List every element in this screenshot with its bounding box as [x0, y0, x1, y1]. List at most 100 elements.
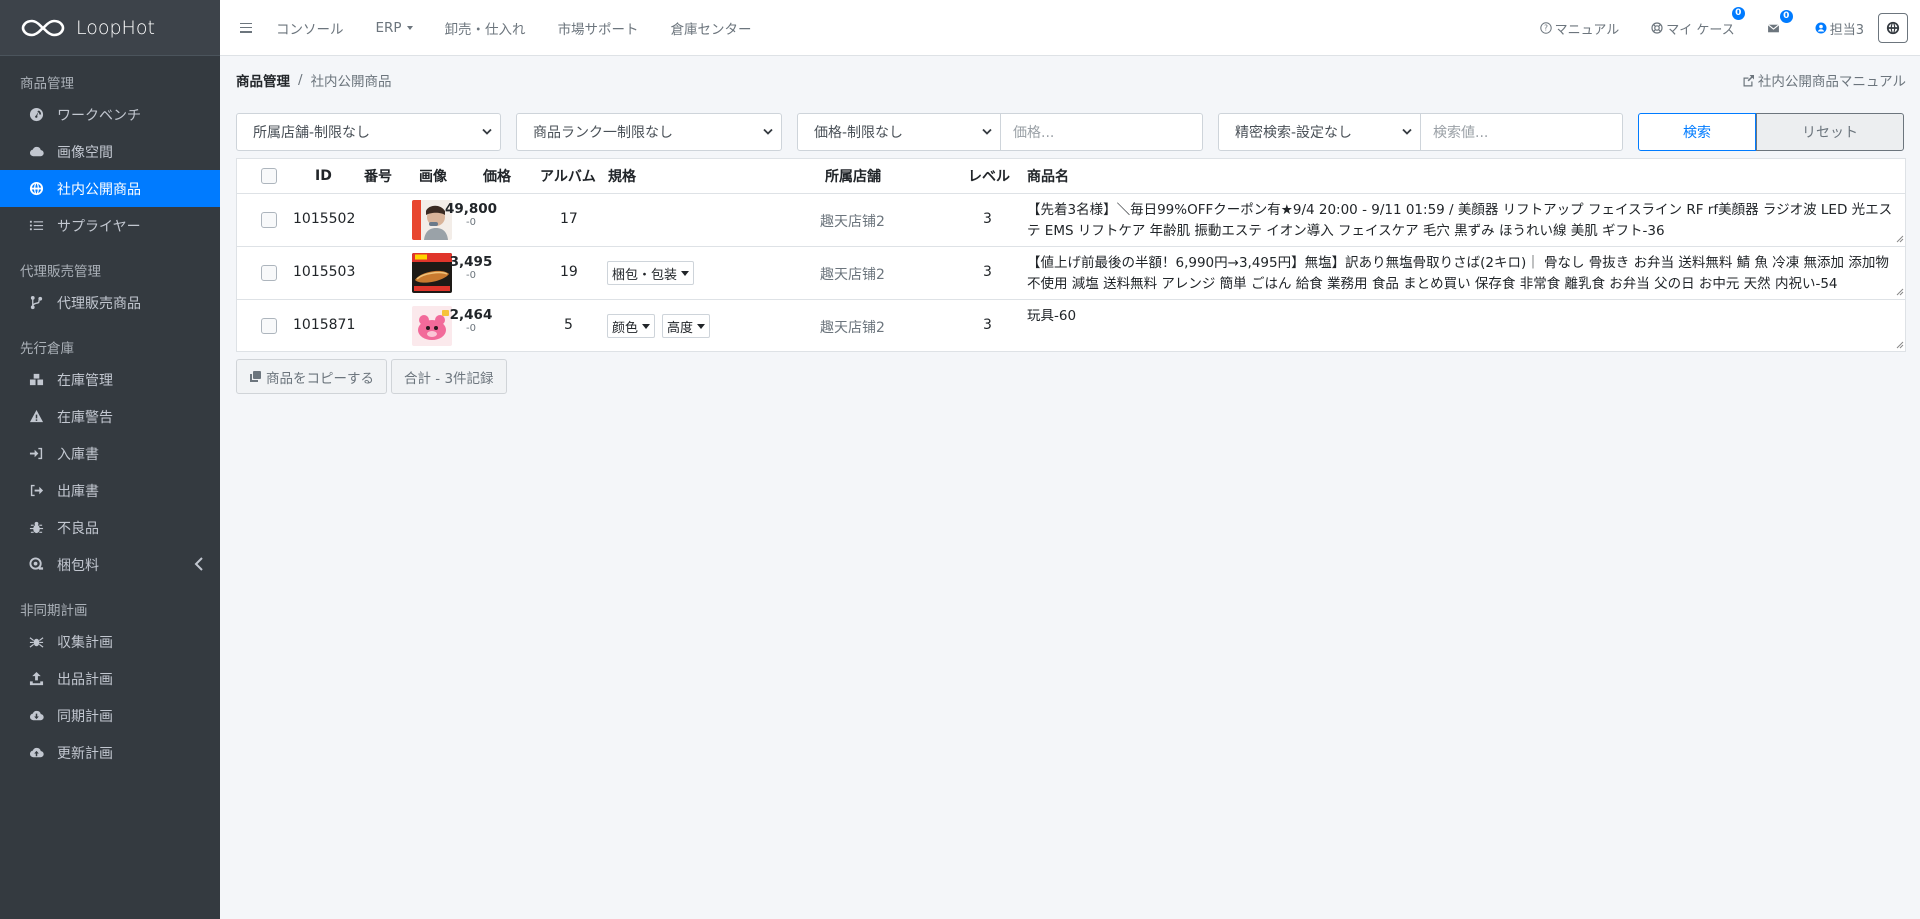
- mail-button[interactable]: 0: [1767, 9, 1793, 35]
- sidebar-item-label: 出品計画: [57, 671, 113, 688]
- resize-handle-icon[interactable]: [1896, 235, 1904, 243]
- col-number[interactable]: 番号: [364, 159, 392, 193]
- sidebar-item-inventory-warning[interactable]: 在庫警告: [0, 398, 220, 435]
- spec-select-color[interactable]: 颜色: [607, 314, 656, 338]
- infinity-logo-icon: [21, 19, 65, 36]
- sidebar-item-collect-plan[interactable]: 収集計画: [0, 623, 220, 660]
- sidebar-item-label: 出庫書: [57, 483, 99, 500]
- hamburger-menu-icon[interactable]: [240, 22, 252, 33]
- spec-select-label: 高度: [667, 320, 694, 336]
- sidebar-item-inventory[interactable]: 在庫管理: [0, 361, 220, 398]
- sidebar-item-defective[interactable]: 不良品: [0, 509, 220, 546]
- nav-header-product: 商品管理: [20, 76, 74, 92]
- col-shop[interactable]: 所属店舗: [825, 159, 881, 193]
- price-value: 49,800: [444, 201, 498, 217]
- store-select-value: 所属店舗-制限なし: [253, 125, 371, 141]
- spec-select-height[interactable]: 高度: [662, 314, 711, 338]
- col-name[interactable]: 商品名: [1027, 159, 1069, 193]
- price-cell: 3,495 -0: [431, 254, 511, 281]
- sidebar-item-sync-plan[interactable]: 同期計画: [0, 697, 220, 734]
- row-id: 1015502: [293, 211, 356, 227]
- select-all-checkbox[interactable]: [261, 168, 277, 184]
- resize-handle-icon[interactable]: [1896, 341, 1904, 349]
- search-input[interactable]: 検索値...: [1420, 113, 1623, 151]
- globe-icon: [28, 181, 44, 197]
- topnav-console[interactable]: コンソール: [276, 18, 344, 38]
- sidebar-item-agency-products[interactable]: 代理販売商品: [0, 284, 220, 321]
- shop-name: 趣天店铺2: [820, 320, 885, 336]
- store-select[interactable]: 所属店舗-制限なし: [236, 113, 501, 151]
- topnav-warehouse-center[interactable]: 倉庫センター: [671, 18, 752, 38]
- price-select[interactable]: 価格-制限なし: [797, 113, 1001, 151]
- col-id[interactable]: ID: [315, 159, 332, 193]
- row-checkbox[interactable]: [261, 212, 277, 228]
- filter-bar: 所属店舗-制限なし 商品ランク一制限なし 価格-制限なし 価格... 精密検索-…: [236, 113, 1906, 151]
- sidebar-item-internal-products[interactable]: 社内公開商品: [0, 170, 220, 207]
- sidebar-item-label: サプライヤー: [57, 218, 141, 235]
- row-checkbox[interactable]: [261, 318, 277, 334]
- brand-name: LoopHot: [76, 16, 155, 39]
- copy-products-button[interactable]: 商品をコピーする: [236, 359, 387, 394]
- col-price[interactable]: 価格: [483, 159, 511, 193]
- sidebar-item-listing-plan[interactable]: 出品計画: [0, 660, 220, 697]
- search-button[interactable]: 検索: [1638, 113, 1756, 151]
- sign-out-icon: [28, 483, 44, 499]
- globe-icon: [1886, 21, 1900, 35]
- sidebar-item-label: 在庫警告: [57, 409, 113, 426]
- sidebar-item-label: 不良品: [57, 520, 99, 537]
- chevron-down-icon: [982, 128, 992, 135]
- precise-search-select[interactable]: 精密検索-設定なし: [1218, 113, 1421, 151]
- sidebar-item-workbench[interactable]: ワークベンチ: [0, 96, 220, 133]
- row-checkbox[interactable]: [261, 265, 277, 281]
- price-input[interactable]: 価格...: [1000, 113, 1203, 151]
- user-menu[interactable]: 担当3: [1815, 19, 1864, 38]
- topnav-erp[interactable]: ERP: [376, 20, 413, 36]
- search-input-placeholder: 検索値...: [1433, 125, 1489, 141]
- price-change: -0: [466, 270, 476, 281]
- price-value: 3,495: [449, 254, 493, 270]
- reset-button[interactable]: リセット: [1756, 113, 1904, 151]
- sidebar-item-label: ワークベンチ: [57, 107, 141, 124]
- level-value: 3: [983, 211, 992, 227]
- gauge-icon: [28, 107, 44, 123]
- bug-icon: [28, 520, 44, 536]
- sidebar-item-stock-out[interactable]: 出庫書: [0, 472, 220, 509]
- col-level[interactable]: レベル: [968, 159, 1010, 193]
- product-name-textarea[interactable]: 【先着3名様】＼毎日99%OFFクーポン有★9/4 20:00 - 9/11 0…: [1021, 194, 1907, 246]
- manual-link[interactable]: ? マニュアル: [1539, 19, 1619, 38]
- caret-down-icon: [697, 323, 706, 329]
- topnav-market-support[interactable]: 市場サポート: [558, 18, 639, 38]
- table-row: 1015502 49,800 -0 17 趣天店铺2 3 【先着3名様】＼毎日9…: [237, 194, 1905, 247]
- spec-select-packaging[interactable]: 梱包・包装: [607, 261, 695, 285]
- sidebar-item-stock-in[interactable]: 入庫書: [0, 435, 220, 472]
- price-select-value: 価格-制限なし: [814, 125, 904, 141]
- rank-select[interactable]: 商品ランク一制限なし: [516, 113, 782, 151]
- topnav-wholesale[interactable]: 卸売・仕入れ: [445, 18, 526, 38]
- warning-icon: [28, 409, 44, 425]
- brand[interactable]: LoopHot: [0, 0, 220, 56]
- product-name-textarea[interactable]: 玩具-60: [1021, 300, 1907, 352]
- sidebar-item-packaging[interactable]: 梱包料: [0, 546, 220, 583]
- sidebar-item-image-space[interactable]: 画像空間: [0, 133, 220, 170]
- chevron-down-icon: [1402, 128, 1412, 135]
- sidebar-item-update-plan[interactable]: 更新計画: [0, 734, 220, 771]
- product-name-textarea[interactable]: 【値上げ前最後の半額！6,990円→3,495円】無塩】訳あり無塩骨取りさば(2…: [1021, 247, 1907, 299]
- resize-handle-icon[interactable]: [1896, 288, 1904, 296]
- col-album[interactable]: アルバム: [540, 159, 596, 193]
- shop-name: 趣天店铺2: [820, 267, 885, 283]
- chevron-left-icon[interactable]: [194, 557, 204, 571]
- precise-search-value: 精密検索-設定なし: [1235, 125, 1353, 141]
- sidebar-item-label: 代理販売商品: [57, 295, 141, 312]
- page-manual-link[interactable]: 社内公開商品マニュアル: [1742, 70, 1906, 90]
- nav-header-warehouse: 先行倉庫: [20, 341, 74, 357]
- shop-name: 趣天店铺2: [820, 214, 885, 230]
- topnav-erp-label: ERP: [375, 19, 402, 36]
- sidebar-item-label: 在庫管理: [57, 372, 113, 389]
- sidebar-item-supplier[interactable]: サプライヤー: [0, 207, 220, 244]
- cloud-upload-icon: [28, 745, 44, 761]
- sidebar-item-label: 画像空間: [57, 144, 113, 161]
- price-change: -0: [466, 217, 476, 228]
- my-case-link[interactable]: マイ ケース 0: [1651, 6, 1745, 38]
- language-button[interactable]: [1878, 13, 1908, 43]
- breadcrumb-parent[interactable]: 商品管理: [236, 70, 290, 90]
